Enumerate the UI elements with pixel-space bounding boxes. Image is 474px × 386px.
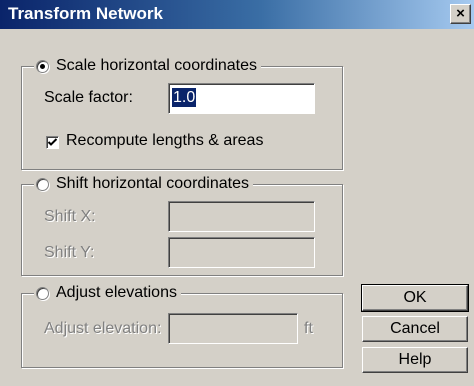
scale-factor-value: 1.0 (172, 88, 197, 107)
scale-legend: Scale horizontal coordinates (34, 55, 262, 77)
window-title: Transform Network (8, 4, 163, 23)
shift-y-label: Shift Y: (44, 244, 95, 261)
close-icon: × (456, 5, 465, 22)
elevation-legend: Adjust elevations (34, 282, 181, 304)
cancel-button[interactable]: Cancel (362, 316, 468, 342)
ok-button[interactable]: OK (361, 284, 469, 312)
radio-dot-icon (40, 63, 45, 69)
shift-x-label: Shift X: (44, 208, 96, 225)
help-button[interactable]: Help (362, 347, 468, 373)
scale-factor-label: Scale factor: (44, 89, 133, 106)
shift-radio[interactable] (36, 177, 49, 191)
shift-x-input[interactable] (168, 201, 315, 232)
title-bar: Transform Network × (0, 0, 474, 29)
close-button[interactable]: × (450, 4, 471, 24)
elevation-radio-label: Adjust elevations (56, 284, 177, 301)
shift-y-input[interactable] (168, 237, 315, 268)
scale-radio-label: Scale horizontal coordinates (56, 57, 258, 74)
elevation-radio[interactable] (36, 286, 49, 300)
scale-radio[interactable] (36, 59, 49, 73)
checkmark-icon (47, 138, 58, 146)
scale-group: Scale horizontal coordinates (21, 55, 343, 170)
recompute-label: Recompute lengths & areas (66, 132, 264, 149)
shift-radio-label: Shift horizontal coordinates (56, 175, 249, 192)
adjust-elevation-label: Adjust elevation: (44, 320, 162, 337)
scale-factor-input[interactable]: 1.0 (168, 83, 315, 114)
shift-legend: Shift horizontal coordinates (34, 173, 253, 195)
recompute-checkbox[interactable] (46, 136, 59, 149)
elevation-unit-label: ft (304, 320, 313, 337)
adjust-elevation-input[interactable] (168, 313, 298, 344)
